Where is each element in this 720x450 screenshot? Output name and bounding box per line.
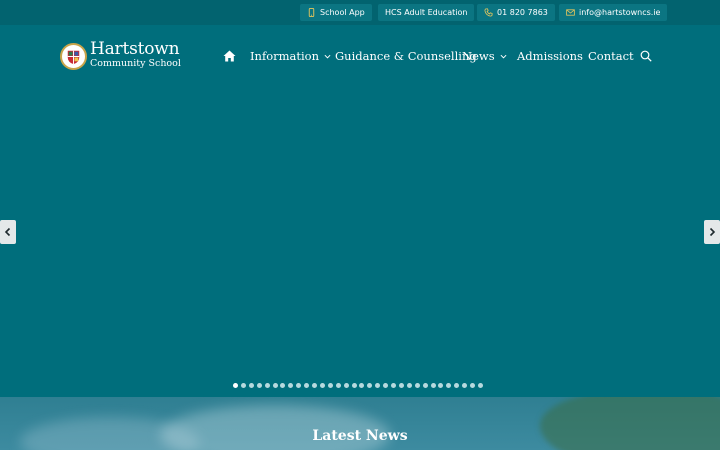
- slider-dot[interactable]: [240, 383, 246, 388]
- slider-dot[interactable]: [327, 383, 333, 388]
- slider-dot[interactable]: [383, 383, 389, 388]
- school-app-link[interactable]: School App: [300, 4, 372, 21]
- slider-dot[interactable]: [296, 383, 302, 388]
- email-link[interactable]: info@hartstowncs.ie: [559, 4, 668, 21]
- search-button[interactable]: [640, 50, 652, 62]
- slider-dot[interactable]: [406, 383, 412, 388]
- slider-dot[interactable]: [359, 383, 365, 388]
- phone-link[interactable]: 01 820 7863: [477, 4, 555, 21]
- top-utility-bar: School App HCS Adult Education 01 820 78…: [0, 0, 720, 25]
- chevron-down-icon: [500, 53, 507, 60]
- slider-dot[interactable]: [367, 383, 373, 388]
- slider-dot[interactable]: [454, 383, 460, 388]
- latest-news-section: Latest News: [0, 397, 720, 450]
- chevron-down-icon: [324, 53, 331, 60]
- slider-dot[interactable]: [438, 383, 444, 388]
- nav-information-label: Information: [250, 49, 320, 63]
- slider-dot[interactable]: [422, 383, 428, 388]
- nav-home-link[interactable]: [223, 50, 236, 62]
- slider-dot[interactable]: [398, 383, 404, 388]
- slider-dot[interactable]: [414, 383, 420, 388]
- phone-icon: [484, 8, 493, 17]
- nav-news-label: News: [462, 49, 495, 63]
- hero-slider[interactable]: [0, 87, 720, 397]
- slider-dot[interactable]: [256, 383, 262, 388]
- slider-dot[interactable]: [462, 383, 468, 388]
- slider-dot[interactable]: [233, 383, 238, 388]
- envelope-icon: [566, 8, 575, 17]
- slider-dot[interactable]: [335, 383, 341, 388]
- slider-dot[interactable]: [391, 383, 396, 388]
- slider-dot[interactable]: [288, 383, 294, 388]
- slider-dot[interactable]: [351, 383, 357, 388]
- slider-dot[interactable]: [470, 383, 475, 388]
- adult-education-label: HCS Adult Education: [385, 8, 468, 17]
- slider-dot[interactable]: [319, 383, 325, 388]
- slider-dot[interactable]: [430, 383, 436, 388]
- adult-education-link[interactable]: HCS Adult Education: [378, 4, 475, 21]
- nav-contact[interactable]: Contact: [588, 48, 634, 64]
- slider-dot[interactable]: [304, 383, 310, 388]
- slider-dot[interactable]: [477, 383, 483, 388]
- nav-contact-label: Contact: [588, 49, 634, 63]
- slider-dot[interactable]: [312, 383, 317, 388]
- nav-guidance-label: Guidance & Counselling: [335, 49, 477, 63]
- slider-dot[interactable]: [272, 383, 278, 388]
- nav-news[interactable]: News: [462, 48, 507, 64]
- email-address: info@hartstowncs.ie: [579, 8, 661, 17]
- site-header: Hartstown Community School Information G…: [0, 25, 720, 87]
- search-icon: [640, 50, 652, 62]
- slider-dot[interactable]: [375, 383, 381, 388]
- school-name-subtitle: Community School: [90, 58, 181, 69]
- slider-dot[interactable]: [446, 383, 452, 388]
- slider-dot[interactable]: [343, 383, 349, 388]
- slider-dot[interactable]: [248, 383, 254, 388]
- chevron-left-icon: [4, 227, 12, 237]
- home-icon: [223, 50, 236, 62]
- school-name: Hartstown: [90, 39, 180, 59]
- nav-admissions[interactable]: Admissions: [517, 48, 583, 64]
- slider-dot[interactable]: [264, 383, 270, 388]
- nav-admissions-label: Admissions: [517, 49, 583, 63]
- latest-news-heading: Latest News: [312, 428, 408, 444]
- school-app-label: School App: [320, 8, 365, 17]
- slider-dot[interactable]: [280, 383, 286, 388]
- chevron-right-icon: [708, 227, 716, 237]
- phone-number: 01 820 7863: [497, 8, 548, 17]
- mobile-phone-icon: [307, 8, 316, 17]
- slider-next-button[interactable]: [704, 220, 720, 244]
- school-crest-logo: [60, 43, 87, 70]
- slider-prev-button[interactable]: [0, 220, 16, 244]
- nav-information[interactable]: Information: [250, 48, 331, 64]
- nav-guidance-counselling[interactable]: Guidance & Counselling: [335, 48, 477, 64]
